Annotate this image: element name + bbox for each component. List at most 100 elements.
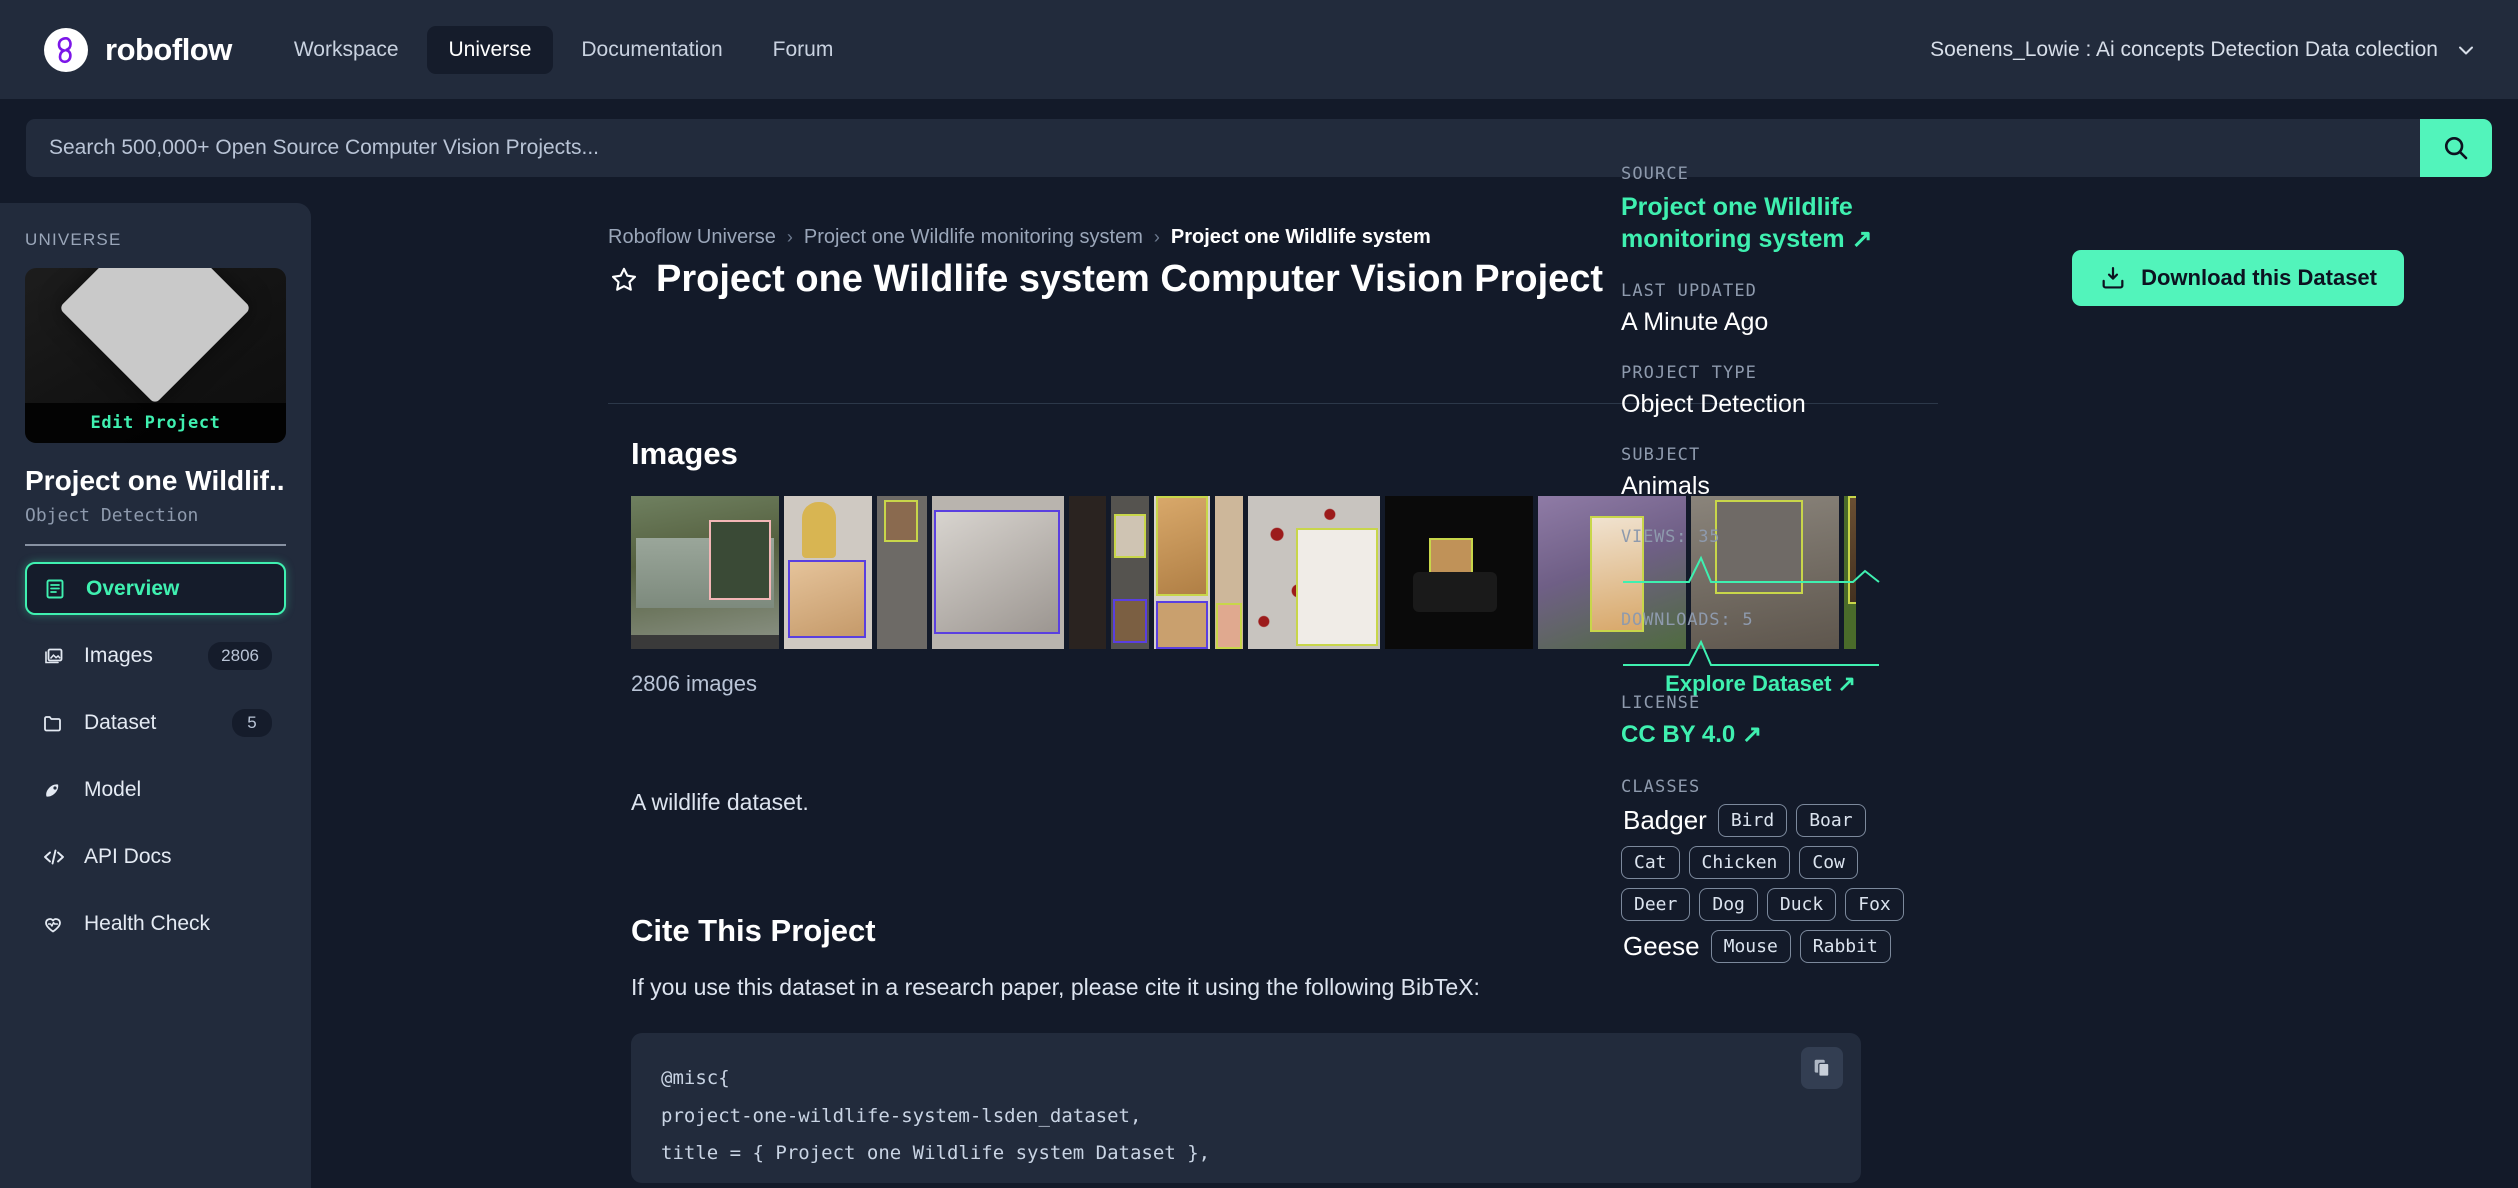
meta-license-link[interactable]: CC BY 4.0 ↗ [1621,720,1921,751]
meta-views: VIEWS: 35 [1621,527,2021,596]
meta-downloads-label: DOWNLOADS: 5 [1621,610,1754,630]
image-thumbnail[interactable] [1385,496,1533,649]
sidebar-item-label: API Docs [84,844,172,868]
class-chip[interactable]: Cow [1799,845,1858,879]
project-meta-panel: SOURCE Project one Wildlife monitoring s… [1621,164,2021,963]
download-dataset-label: Download this Dataset [2141,265,2377,290]
download-dataset-button[interactable]: Download this Dataset [2072,250,2404,306]
search-input-wrapper [26,119,2420,177]
sidebar-item-overview[interactable]: Overview [25,562,286,615]
class-chip[interactable]: Geese [1621,931,1702,962]
account-label: Soenens_Lowie : Ai concepts Detection Da… [1930,37,2438,61]
sidebar-item-health-check[interactable]: Health Check [25,897,286,950]
meta-project-type: PROJECT TYPE Object Detection [1621,363,2021,419]
edit-project-label: Edit Project [90,413,221,433]
edit-project-overlay[interactable]: Edit Project [25,403,286,443]
sidebar-item-label: Dataset [84,710,157,734]
image-thumbnail[interactable] [1248,496,1380,649]
class-chip[interactable]: Duck [1766,887,1837,921]
search-bar [26,119,2492,177]
meta-source-link[interactable]: Project one Wildlife monitoring system ↗ [1621,191,1921,255]
class-chip-list: Badger Bird Boar Cat Chicken Cow Deer Do… [1621,803,1921,963]
image-thumbnail[interactable] [932,496,1064,649]
breadcrumb-item-universe[interactable]: Roboflow Universe [608,226,776,249]
image-thumbnail[interactable] [1154,496,1210,649]
breadcrumb-item-workspace[interactable]: Project one Wildlife monitoring system [804,226,1143,249]
folder-icon [41,711,69,735]
code-icon [41,845,69,869]
nav-item-forum[interactable]: Forum [751,26,856,74]
search-submit-button[interactable] [2420,119,2492,177]
meta-license: LICENSE CC BY 4.0 ↗ [1621,693,2021,751]
class-chip[interactable]: Cat [1621,845,1680,879]
primary-nav: Workspace Universe Documentation Forum [272,25,856,74]
meta-subject-value: Animals [1621,472,1710,500]
class-chip[interactable]: Dog [1699,887,1758,921]
download-icon [2102,266,2124,289]
downloads-sparkline-chart [1623,639,1879,666]
meta-last-updated-value: A Minute Ago [1621,308,1769,336]
meta-license-label: LICENSE [1621,693,1701,713]
sidebar-item-label: Health Check [84,911,211,935]
meta-source-label: SOURCE [1621,164,1690,184]
class-chip[interactable]: Chicken [1688,845,1791,879]
meta-classes: CLASSES Badger Bird Boar Cat Chicken Cow… [1621,777,2021,963]
image-thumbnail[interactable] [631,496,779,649]
sidebar-item-api-docs[interactable]: API Docs [25,830,286,883]
image-thumbnail[interactable] [1069,496,1106,649]
breadcrumb-separator-icon: › [786,227,793,247]
top-navigation-bar: roboflow Workspace Universe Documentatio… [0,0,2518,99]
class-chip[interactable]: Bird [1717,803,1788,837]
brand-name: roboflow [105,31,232,67]
heartbeat-icon [41,912,69,936]
views-sparkline-chart [1623,555,1880,583]
meta-subject-label: SUBJECT [1621,445,1701,465]
class-chip[interactable]: Mouse [1710,929,1791,963]
roboflow-logo[interactable]: roboflow [44,27,232,72]
roboflow-universe-page: roboflow Workspace Universe Documentatio… [0,0,2518,1188]
image-thumbnail[interactable] [1215,496,1243,649]
class-chip[interactable]: Badger [1621,805,1709,836]
favorite-star-icon[interactable] [608,264,640,296]
image-count-label: 2806 images [631,671,757,696]
project-description: A wildlife dataset. [631,789,809,815]
search-input[interactable] [49,136,2420,160]
sidebar-item-label: Images [84,643,153,667]
main-content: Roboflow Universe › Project one Wildlife… [311,203,2518,1188]
project-thumbnail[interactable]: Edit Project [25,268,286,443]
image-thumbnail[interactable] [877,496,927,649]
rocket-icon [41,778,69,802]
sidebar-item-label: Model [84,777,142,801]
nav-item-workspace[interactable]: Workspace [272,26,421,74]
meta-subject: SUBJECT Animals [1621,445,2021,501]
breadcrumb: Roboflow Universe › Project one Wildlife… [608,226,1431,249]
project-sidebar: UNIVERSE Edit Project Project one Wildli… [0,203,311,1188]
sidebar-item-dataset[interactable]: Dataset 5 [25,696,286,749]
copy-bibtex-button[interactable] [1801,1047,1843,1089]
class-chip[interactable]: Fox [1845,887,1904,921]
class-chip[interactable]: Deer [1621,887,1691,921]
thumbnail-shape [58,268,252,405]
sidebar-item-images[interactable]: Images 2806 [25,629,286,682]
nav-item-universe[interactable]: Universe [426,25,554,74]
roboflow-mark-icon [44,27,88,72]
meta-downloads: DOWNLOADS: 5 [1621,610,2021,679]
sidebar-item-label: Overview [86,576,180,600]
bibtex-code-text: @misc{ project-one-wildlife-system-lsden… [661,1067,1211,1183]
page-title: Project one Wildlife system Computer Vis… [656,258,1604,300]
copy-icon [1814,1059,1830,1077]
sidebar-divider [25,544,286,546]
sidebar-item-model[interactable]: Model [25,763,286,816]
roboflow-glyph-icon [57,36,72,63]
chevron-down-icon [2459,46,2473,54]
image-thumbnail[interactable] [1111,496,1149,649]
account-switcher[interactable]: Soenens_Lowie : Ai concepts Detection Da… [1930,0,2478,99]
sidebar-badge-images: 2806 [208,641,272,670]
sidebar-badge-dataset: 5 [232,708,272,737]
image-thumbnail[interactable] [784,496,872,649]
nav-item-documentation[interactable]: Documentation [559,26,744,74]
class-chip[interactable]: Rabbit [1799,929,1891,963]
sidebar-project-title: Project one Wildlif... [25,465,286,496]
book-icon [43,577,71,601]
class-chip[interactable]: Boar [1796,803,1866,837]
